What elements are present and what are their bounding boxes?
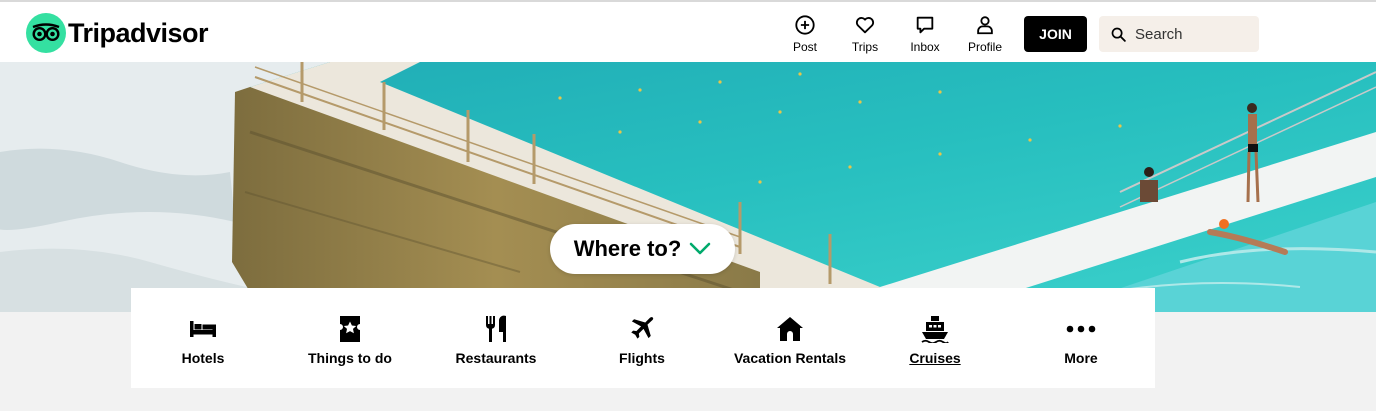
category-restaurants-label: Restaurants [455, 350, 537, 366]
join-button[interactable]: JOIN [1024, 16, 1087, 52]
nav-inbox-label: Inbox [910, 40, 940, 54]
where-to-label: Where to? [573, 236, 682, 261]
house-icon [777, 317, 803, 341]
nav-profile-label: Profile [967, 40, 1002, 54]
plane-icon [631, 317, 654, 339]
hero-photo-ocean-pool [0, 62, 1376, 312]
category-restaurants[interactable]: Restaurants [436, 288, 556, 388]
category-cruises[interactable]: Cruises [885, 288, 985, 388]
nav-trips-label: Trips [851, 40, 879, 54]
top-navigation-bar: Tripadvisor Post Trips Inbox Profile JOI… [0, 0, 1376, 62]
search-input[interactable] [1135, 25, 1245, 43]
brand-name: Tripadvisor [68, 17, 209, 48]
tripadvisor-logo[interactable]: Tripadvisor [26, 13, 209, 53]
user-icon [977, 16, 993, 35]
category-vacation-rentals[interactable]: Vacation Rentals [728, 288, 852, 388]
chat-icon [916, 16, 934, 34]
fork-knife-icon [486, 315, 506, 342]
nav-post-label: Post [792, 40, 817, 54]
search-box[interactable] [1099, 16, 1259, 52]
where-to-button[interactable]: Where to? [550, 224, 735, 274]
category-cruises-label: Cruises [909, 350, 961, 366]
category-bar: Hotels Things to do Restaurants Flights [131, 288, 1155, 388]
owl-logo-icon [26, 13, 66, 53]
category-hotels[interactable]: Hotels [155, 288, 251, 388]
category-things-to-do[interactable]: Things to do [290, 288, 410, 388]
category-vacation-rentals-label: Vacation Rentals [733, 350, 847, 366]
category-more[interactable]: More [1031, 288, 1131, 388]
nav-trips[interactable]: Trips [835, 14, 895, 54]
plus-circle-icon [795, 15, 815, 35]
category-hotels-label: Hotels [181, 350, 225, 366]
nav-post[interactable]: Post [775, 14, 835, 54]
category-things-to-do-label: Things to do [308, 350, 392, 366]
ticket-icon [340, 316, 360, 342]
nav-inbox[interactable]: Inbox [895, 14, 955, 54]
hero-banner: Where to? [0, 62, 1376, 312]
category-flights[interactable]: Flights [592, 288, 692, 388]
search-icon [1111, 27, 1126, 42]
chevron-down-icon [689, 242, 711, 255]
bed-icon [190, 321, 216, 337]
nav-profile[interactable]: Profile [955, 14, 1015, 54]
more-dots-icon [1066, 325, 1096, 333]
ship-icon [921, 316, 949, 343]
category-more-label: More [1064, 350, 1098, 366]
category-flights-label: Flights [619, 350, 665, 366]
heart-icon [855, 17, 875, 34]
